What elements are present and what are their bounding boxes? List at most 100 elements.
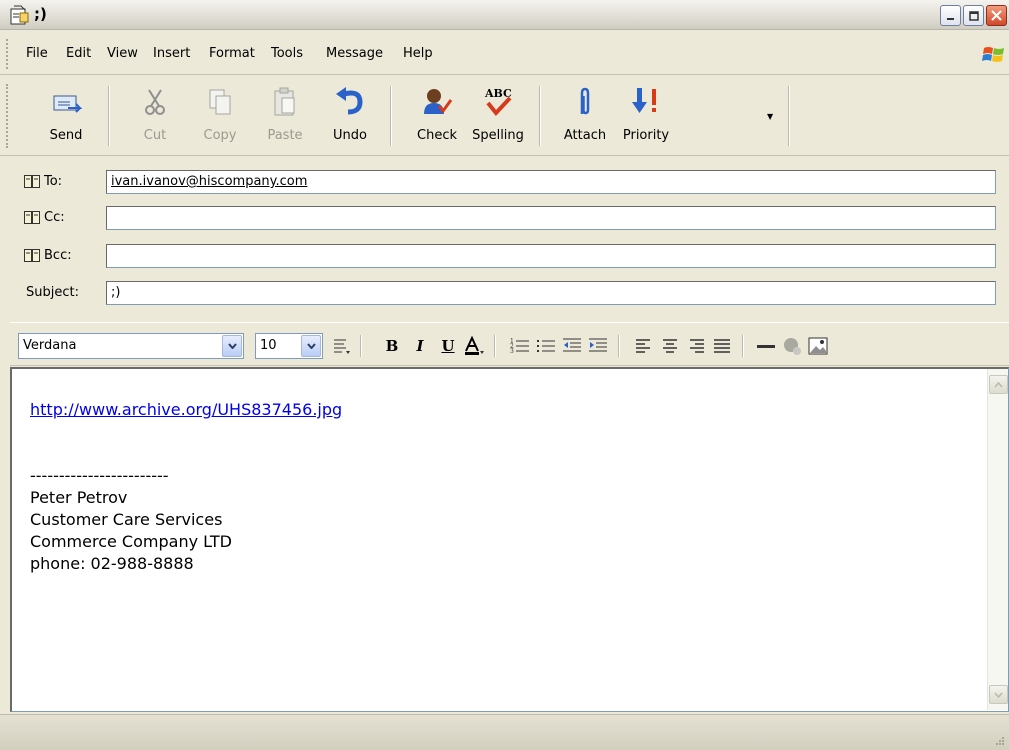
insert-hyperlink-icon — [784, 338, 801, 355]
formatting-toolbar: Verdana 10 B I U 123 — [10, 322, 1009, 366]
bold-icon: B — [385, 337, 399, 355]
copy-label: Copy — [203, 128, 237, 143]
font-size-value: 10 — [260, 338, 277, 353]
message-link[interactable]: http://www.archive.org/UHS837456.jpg — [30, 399, 342, 421]
justify-button[interactable] — [710, 335, 734, 357]
menu-insert[interactable]: Insert — [153, 46, 190, 61]
spelling-button[interactable]: ABC Spelling — [467, 80, 529, 152]
italic-button[interactable]: I — [408, 335, 432, 357]
check-names-button[interactable]: Check — [406, 80, 468, 152]
insert-picture-button[interactable] — [806, 335, 830, 357]
font-color-button[interactable] — [462, 335, 486, 357]
scroll-down-button[interactable] — [989, 685, 1008, 704]
underline-button[interactable]: U — [436, 335, 460, 357]
to-field[interactable]: ivan.ivanov@hiscompany.com — [106, 170, 996, 194]
paragraph-style-icon — [334, 339, 350, 354]
align-right-button[interactable] — [684, 335, 708, 357]
menu-format[interactable]: Format — [209, 46, 255, 61]
priority-label: Priority — [622, 128, 670, 143]
address-book-icon — [24, 211, 40, 224]
font-family-dropdown-button[interactable] — [222, 335, 242, 357]
bcc-label: Bcc: — [44, 248, 72, 263]
minimize-button[interactable] — [940, 5, 961, 26]
maximize-button[interactable] — [963, 5, 984, 26]
insert-hyperlink-button[interactable] — [780, 335, 804, 357]
menu-file[interactable]: File — [26, 46, 48, 61]
chevron-down-icon — [306, 343, 316, 349]
send-button[interactable]: Send — [35, 80, 97, 152]
message-header: To: ivan.ivanov@hiscompany.com Cc: Bcc: … — [0, 157, 1009, 315]
to-row: To: ivan.ivanov@hiscompany.com — [0, 166, 1009, 198]
paragraph-style-button[interactable] — [330, 335, 354, 357]
insert-picture-icon — [808, 337, 828, 355]
cc-label-button[interactable]: Cc: — [24, 210, 65, 225]
format-separator — [742, 335, 744, 357]
spelling-icon: ABC — [484, 87, 512, 117]
align-left-icon — [636, 339, 650, 353]
toolbar-grip[interactable] — [6, 84, 9, 148]
bcc-row: Bcc: — [0, 240, 1009, 272]
message-content[interactable]: http://www.archive.org/UHS837456.jpg ---… — [30, 399, 342, 575]
toolbar-separator — [539, 86, 541, 146]
attach-button[interactable]: Attach — [554, 80, 616, 152]
svg-text:3: 3 — [510, 348, 514, 355]
bcc-field[interactable] — [106, 244, 996, 268]
font-size-select[interactable]: 10 — [255, 333, 323, 359]
copy-button[interactable]: Copy — [189, 80, 251, 152]
signature-department: Customer Care Services — [30, 510, 223, 529]
undo-button[interactable]: Undo — [319, 80, 381, 152]
priority-dropdown-arrow[interactable]: ▼ — [767, 112, 773, 121]
font-family-select[interactable]: Verdana — [18, 333, 244, 359]
compose-message-icon[interactable] — [8, 4, 30, 26]
subject-row: Subject: ;) — [0, 277, 1009, 309]
resize-grip-icon[interactable] — [993, 734, 1005, 746]
undo-label: Undo — [333, 128, 367, 143]
vertical-scrollbar[interactable] — [987, 369, 1008, 710]
message-body[interactable]: http://www.archive.org/UHS837456.jpg ---… — [10, 367, 1009, 712]
menu-message[interactable]: Message — [326, 46, 383, 61]
menu-edit[interactable]: Edit — [66, 46, 91, 61]
toolbar-separator — [108, 86, 110, 146]
increase-indent-icon — [589, 338, 607, 352]
menu-grip[interactable] — [6, 39, 9, 69]
increase-indent-button[interactable] — [586, 335, 610, 357]
check-label: Check — [417, 128, 457, 143]
spelling-label: Spelling — [472, 128, 524, 143]
close-button[interactable] — [986, 5, 1007, 26]
chevron-down-icon — [227, 343, 237, 349]
menu-help[interactable]: Help — [403, 46, 433, 61]
cc-row: Cc: — [0, 202, 1009, 234]
font-size-dropdown-button[interactable] — [301, 335, 321, 357]
priority-button[interactable]: Priority — [615, 80, 677, 152]
scroll-up-button[interactable] — [989, 375, 1008, 394]
cut-button[interactable]: Cut — [124, 80, 186, 152]
decrease-indent-button[interactable] — [560, 335, 584, 357]
numbered-list-button[interactable]: 123 — [508, 335, 532, 357]
cc-field[interactable] — [106, 206, 996, 230]
title-bar[interactable]: ;) — [0, 0, 1009, 30]
font-family-value: Verdana — [23, 338, 77, 353]
bold-button[interactable]: B — [380, 335, 404, 357]
check-names-icon — [424, 89, 453, 114]
menu-view[interactable]: View — [107, 46, 138, 61]
subject-field[interactable]: ;) — [106, 281, 996, 305]
attach-label: Attach — [563, 128, 607, 143]
paste-button[interactable]: Paste — [254, 80, 316, 152]
signature-separator: ------------------------ — [30, 466, 169, 485]
chevron-down-icon — [994, 692, 1003, 698]
paperclip-icon — [580, 87, 590, 115]
horizontal-line-button[interactable] — [754, 335, 778, 357]
paste-icon — [274, 87, 295, 116]
align-left-button[interactable] — [632, 335, 656, 357]
to-label-button[interactable]: To: — [24, 174, 62, 189]
send-label: Send — [49, 128, 83, 143]
bcc-label-button[interactable]: Bcc: — [24, 248, 72, 263]
address-book-icon — [24, 249, 40, 262]
bulleted-list-button[interactable] — [534, 335, 558, 357]
toolbar-separator — [788, 86, 790, 146]
align-center-button[interactable] — [658, 335, 682, 357]
cut-label: Cut — [143, 128, 167, 143]
menu-tools[interactable]: Tools — [271, 46, 303, 61]
signature-company: Commerce Company LTD — [30, 532, 232, 551]
